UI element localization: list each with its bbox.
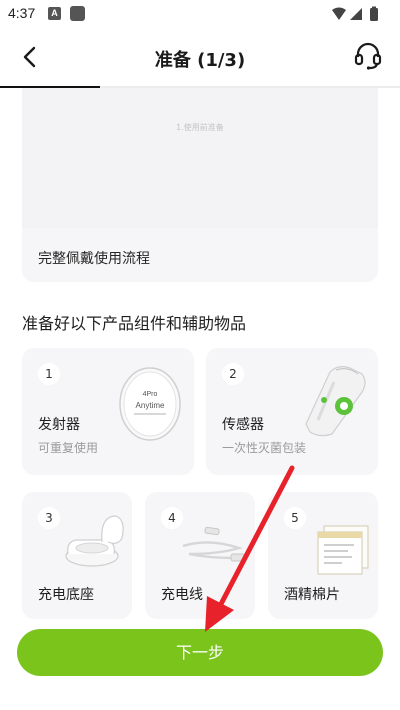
- notification-a-icon: A: [48, 7, 61, 20]
- video-label: 完整佩戴使用流程: [38, 251, 150, 267]
- video-card[interactable]: 1.使用前准备 完整佩戴使用流程: [22, 88, 378, 282]
- item-name: 发射器: [38, 417, 80, 433]
- page-title: 准备 (1/3): [154, 50, 246, 71]
- item-subtitle: 可重复使用: [38, 441, 99, 455]
- status-bar: 4:37 A: [0, 0, 400, 28]
- item-name: 酒精棉片: [284, 587, 340, 603]
- item-number: 2: [222, 363, 244, 385]
- item-number: 5: [284, 507, 306, 529]
- transmitter-label-top: 4Pro: [143, 391, 158, 398]
- item-number: 1: [38, 363, 60, 385]
- sensor-applicator-image: [292, 362, 372, 440]
- notification-square-icon: [70, 6, 85, 21]
- signal-icon: [350, 8, 362, 20]
- item-subtitle: 一次性灭菌包装: [222, 441, 307, 455]
- item-card-charging-base: 3 充电底座: [22, 492, 132, 619]
- video-caption: 1.使用前准备: [176, 123, 224, 132]
- item-card-alcohol-pads: 5 酒精棉片: [268, 492, 378, 619]
- item-card-transmitter: 1 发射器 可重复使用 4Pro Anytime: [22, 348, 194, 475]
- item-name: 充电线: [161, 587, 203, 603]
- item-name: 充电底座: [38, 587, 94, 603]
- battery-icon: [370, 8, 378, 21]
- item-number: 3: [38, 507, 60, 529]
- headset-icon: [354, 42, 382, 70]
- item-card-sensor: 2 传感器 一次性灭菌包装: [206, 348, 378, 475]
- item-card-charging-cable: 4 充电线: [145, 492, 255, 619]
- customer-service-button[interactable]: [354, 41, 382, 71]
- header: 准备 (1/3): [0, 28, 400, 88]
- status-icons: [332, 6, 378, 21]
- transmitter-image: 4Pro Anytime: [116, 364, 184, 442]
- alcohol-pad-image: [316, 520, 372, 576]
- status-time: 4:37: [8, 5, 36, 21]
- wifi-icon: [332, 7, 346, 20]
- section-title: 准备好以下产品组件和辅助物品: [22, 314, 247, 333]
- charging-base-image: [62, 512, 128, 570]
- item-name: 传感器: [222, 417, 264, 433]
- next-step-button[interactable]: 下一步: [17, 629, 383, 676]
- transmitter-label: Anytime: [136, 401, 165, 410]
- charging-cable-image: [179, 524, 249, 574]
- video-player[interactable]: 1.使用前准备: [22, 88, 378, 228]
